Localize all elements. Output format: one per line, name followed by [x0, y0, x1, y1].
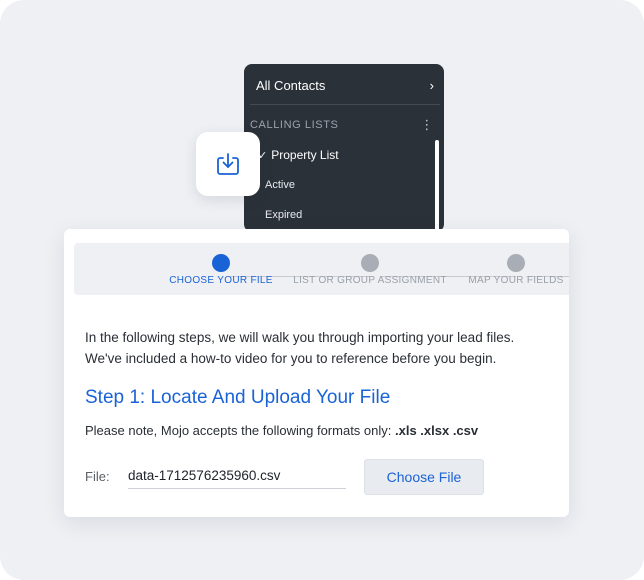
- download-tray-icon: [217, 153, 239, 175]
- chevron-right-icon: ›: [429, 77, 434, 93]
- intro-text: In the following steps, we will walk you…: [85, 327, 555, 369]
- list-item-label: Active: [265, 179, 295, 191]
- list-item-expired[interactable]: Expired: [265, 207, 425, 223]
- calling-lists-dropdown: All Contacts › CALLING LISTS ⋮ ✓ Propert…: [244, 64, 444, 232]
- intro-line: In the following steps, we will walk you…: [85, 330, 515, 345]
- import-stepper: CHOOSE YOUR FILE LIST OR GROUP ASSIGNMEN…: [74, 243, 569, 295]
- step-dot-choose-file[interactable]: [212, 254, 230, 272]
- calling-lists-title: CALLING LISTS: [250, 119, 339, 131]
- step-dot-map-fields[interactable]: [507, 254, 525, 272]
- list-item-label: Property List: [271, 148, 339, 162]
- more-options-icon[interactable]: ⋮: [420, 117, 434, 133]
- dropdown-divider: [250, 104, 440, 105]
- all-contacts-label: All Contacts: [256, 77, 326, 93]
- list-item-property-list[interactable]: ✓ Property List: [258, 147, 418, 163]
- all-contacts-item[interactable]: All Contacts ›: [256, 76, 436, 94]
- step-title: Step 1: Locate And Upload Your File: [85, 387, 391, 408]
- step-dot-list-assignment[interactable]: [361, 254, 379, 272]
- file-name-input[interactable]: [128, 463, 346, 489]
- file-label: File:: [85, 469, 110, 484]
- step-label-map-fields[interactable]: MAP YOUR FIELDS: [468, 275, 563, 286]
- calling-lists-header: CALLING LISTS ⋮: [250, 117, 436, 133]
- list-item-label: Expired: [265, 209, 303, 221]
- import-card: CHOOSE YOUR FILE LIST OR GROUP ASSIGNMEN…: [64, 229, 569, 517]
- formats-list: .xls .xlsx .csv: [395, 423, 479, 438]
- formats-note-prefix: Please note, Mojo accepts the following …: [85, 423, 395, 438]
- list-item-active[interactable]: Active: [265, 177, 425, 193]
- dropdown-scrollbar[interactable]: [435, 140, 439, 232]
- step-label-list-assignment[interactable]: LIST OR GROUP ASSIGNMENT: [293, 275, 447, 286]
- download-icon-card: [196, 132, 260, 196]
- step-label-choose-file[interactable]: CHOOSE YOUR FILE: [169, 275, 273, 286]
- formats-note: Please note, Mojo accepts the following …: [85, 423, 478, 438]
- intro-line: We've included a how-to video for you to…: [85, 351, 497, 366]
- choose-file-button[interactable]: Choose File: [364, 459, 484, 495]
